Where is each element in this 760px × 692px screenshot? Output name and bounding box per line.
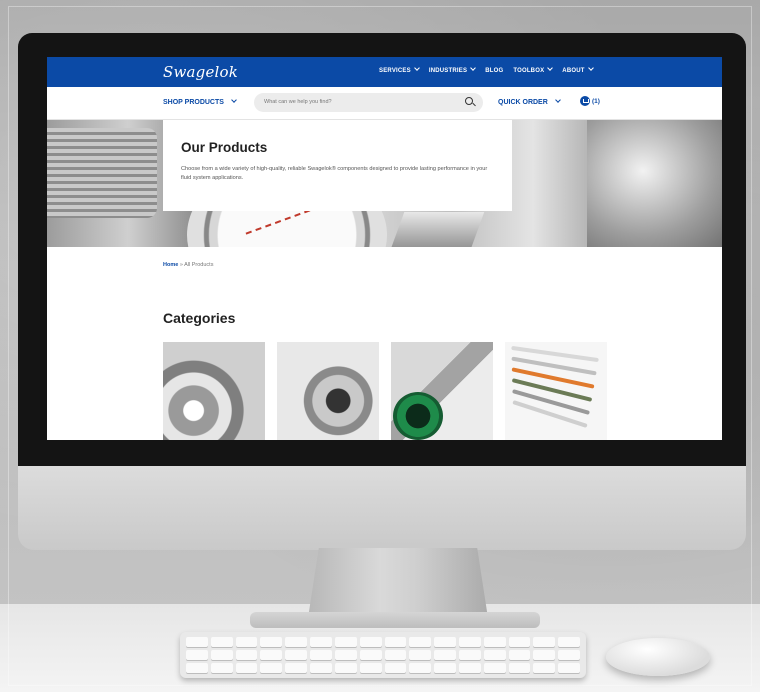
breadcrumb-current: All Products — [184, 262, 214, 268]
quick-order-menu[interactable]: QUICK ORDER — [498, 97, 561, 106]
brand-logo[interactable]: Swagelok — [163, 63, 238, 81]
hero-banner: Our Products Choose from a wide variety … — [47, 120, 722, 247]
category-tiles: Swagelok — [163, 342, 607, 440]
chevron-down-icon — [547, 65, 554, 71]
hero-description: Choose from a wide variety of high-quali… — [181, 166, 488, 181]
chevron-down-icon — [470, 65, 477, 71]
nav-item-toolbox[interactable]: TOOLBOX — [513, 65, 554, 74]
mouse — [606, 638, 710, 676]
category-tile-regulators[interactable]: Swagelok — [391, 342, 493, 440]
search-placeholder: What can we help you find? — [264, 99, 332, 105]
product-logo-mark: Swagelok — [407, 429, 437, 436]
chevron-down-icon — [587, 65, 594, 71]
shop-products-menu[interactable]: SHOP PRODUCTS — [163, 97, 237, 106]
search-icon[interactable] — [465, 97, 473, 105]
hero-valve-image — [587, 120, 722, 247]
sub-nav-bar: SHOP PRODUCTS What can we help you find?… — [47, 87, 722, 120]
chevron-down-icon — [414, 65, 420, 71]
hose-image — [511, 389, 591, 415]
page-title: Our Products — [181, 140, 268, 155]
keyboard — [180, 632, 586, 678]
chevron-down-icon — [231, 97, 237, 103]
browser-screen: Swagelok SERVICES INDUSTRIES BLOG TOOLBO… — [47, 57, 722, 440]
monitor-stand — [308, 548, 488, 618]
breadcrumb-separator: » — [179, 262, 183, 268]
top-nav-bar: Swagelok SERVICES INDUSTRIES BLOG TOOLBO… — [47, 57, 722, 87]
hero-card: Our Products Choose from a wide variety … — [163, 120, 512, 211]
categories-heading: Categories — [163, 310, 236, 326]
category-tile-valves[interactable] — [277, 342, 379, 440]
cart-count: (1) — [592, 97, 600, 105]
nav-item-industries[interactable]: INDUSTRIES — [429, 65, 477, 74]
breadcrumb-home-link[interactable]: Home — [163, 262, 178, 268]
breadcrumb: Home » All Products — [163, 262, 213, 268]
hero-nut-image — [389, 212, 485, 247]
cart-icon — [580, 96, 590, 106]
nav-item-services[interactable]: SERVICES — [379, 65, 420, 74]
chevron-down-icon — [554, 97, 561, 103]
monitor-stand-base — [250, 612, 540, 628]
hose-image — [512, 400, 588, 428]
monitor-chin — [18, 466, 746, 550]
search-input[interactable]: What can we help you find? — [254, 93, 483, 112]
nav-item-about[interactable]: ABOUT — [562, 65, 594, 74]
top-nav-links: SERVICES INDUSTRIES BLOG TOOLBOX ABOUT — [379, 65, 594, 74]
category-tile-fittings[interactable] — [163, 342, 265, 440]
category-tile-hoses[interactable] — [505, 342, 607, 440]
hero-fitting-image — [47, 128, 157, 218]
cart-button[interactable]: (1) — [580, 96, 600, 106]
nav-item-blog[interactable]: BLOG — [485, 68, 503, 74]
